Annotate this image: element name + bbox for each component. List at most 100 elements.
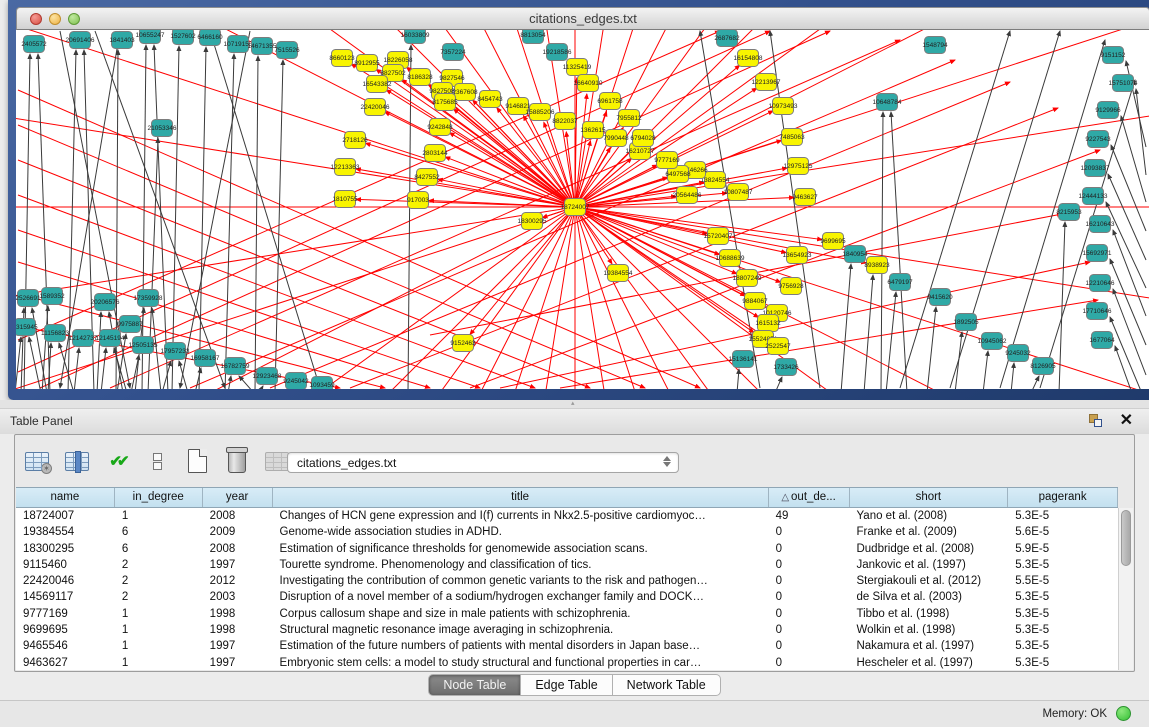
column-header-year[interactable]: year — [203, 488, 273, 507]
citation-network-graph[interactable]: 2405572206914061841403106552471527602646… — [16, 30, 1149, 389]
table-cell: 5.3E-5 — [1008, 655, 1118, 670]
column-header-name[interactable]: name — [16, 488, 115, 507]
table-cell: 5.3E-5 — [1008, 589, 1118, 605]
table-row[interactable]: 1830029562008Estimation of significance … — [16, 541, 1118, 557]
graph-node-label: 16543382 — [363, 81, 392, 88]
graph-node-label: 2405572 — [21, 41, 47, 48]
graph-node-label: 16210643 — [1086, 221, 1115, 228]
table-cell: 1 — [115, 606, 203, 622]
table-row[interactable]: 977716911998Corpus callosum shape and si… — [16, 606, 1118, 622]
show-columns-icon[interactable] — [63, 447, 91, 475]
graph-node-label: 17710646 — [1083, 308, 1112, 315]
table-select-dropdown[interactable]: citations_edges.txt — [287, 452, 679, 473]
scrollbar-thumb[interactable] — [1121, 510, 1131, 566]
graph-node-label: 2367608 — [452, 89, 478, 96]
graph-node-label: 7990448 — [603, 135, 629, 142]
graph-node-label: 11325419 — [563, 64, 592, 71]
table-select-value: citations_edges.txt — [297, 456, 396, 470]
table-body: 1872400712008Changes of HCN gene express… — [16, 508, 1118, 670]
table-cell: 22420046 — [16, 573, 115, 589]
table-row[interactable]: 911546021997Tourette syndrome. Phenomeno… — [16, 557, 1118, 573]
graph-node-label: 1677064 — [1089, 337, 1115, 344]
close-panel-icon[interactable]: ✕ — [1120, 411, 1133, 431]
graph-node-label: 18300295 — [518, 218, 547, 225]
new-document-icon[interactable] — [183, 447, 211, 475]
graph-node-label: 10807487 — [724, 189, 753, 196]
panel-splitter[interactable]: ▴ — [0, 400, 1149, 409]
float-panel-icon[interactable] — [1087, 413, 1105, 429]
memory-status-icon[interactable] — [1116, 706, 1131, 721]
table-cell: Genome-wide association studies in ADHD. — [273, 524, 769, 540]
graph-node-label: 16210727 — [626, 148, 655, 155]
graph-node-label: 9415620 — [927, 294, 953, 301]
table-row[interactable]: 1872400712008Changes of HCN gene express… — [16, 508, 1118, 524]
window-titlebar[interactable]: citations_edges.txt — [16, 7, 1149, 30]
table-cell: 1 — [115, 508, 203, 524]
table-cell: 0 — [769, 606, 850, 622]
graph-node-label: 15885206 — [526, 109, 555, 116]
tab-network-table[interactable]: Network Table — [613, 674, 721, 696]
graph-node-label: 2803144 — [422, 150, 448, 157]
select-all-icon[interactable]: ✔✔ — [103, 447, 131, 475]
table-cell: 49 — [769, 508, 850, 524]
dropdown-spinner-icon — [663, 456, 671, 467]
column-header-in_degree[interactable]: in_degree — [115, 488, 203, 507]
graph-node-label: 2522547 — [765, 343, 791, 350]
column-header-title[interactable]: title — [273, 488, 769, 507]
table-cell: 2009 — [203, 524, 273, 540]
table-row[interactable]: 1938455462009Genome-wide association stu… — [16, 524, 1118, 540]
table-cell: 0 — [769, 655, 850, 670]
table-vertical-scrollbar[interactable] — [1118, 508, 1133, 670]
network-view-window: citations_edges.txt 24055722069140618414… — [8, 0, 1149, 400]
column-header-short[interactable]: short — [850, 488, 1009, 507]
graph-node-label: 13824554 — [701, 177, 730, 184]
selection-boxes-icon[interactable] — [143, 447, 171, 475]
table-row[interactable]: 946554611997Estimation of the future num… — [16, 638, 1118, 654]
graph-node-label: 9777169 — [654, 157, 680, 164]
graph-node-label: 8186328 — [407, 74, 433, 81]
network-canvas[interactable]: 2405572206914061841403106552471527602646… — [16, 30, 1149, 389]
table-cell: 0 — [769, 524, 850, 540]
table-cell: 0 — [769, 622, 850, 638]
graph-node-label: 19384554 — [604, 270, 633, 277]
graph-node-label: 9975887 — [117, 321, 143, 328]
graph-node-label: 6479197 — [887, 279, 913, 286]
tab-node-table[interactable]: Node Table — [428, 674, 521, 696]
graph-node-label: 1840954 — [842, 251, 868, 258]
column-header-pagerank[interactable]: pagerank — [1008, 488, 1118, 507]
table-cell: 5.3E-5 — [1008, 508, 1118, 524]
graph-node-label: 11156823 — [41, 330, 69, 337]
tab-edge-table[interactable]: Edge Table — [521, 674, 612, 696]
table-cell: Disruption of a novel member of a sodium… — [273, 589, 769, 605]
graph-node-label: 19218586 — [543, 49, 572, 56]
graph-node-label: 9463627 — [792, 194, 818, 201]
table-settings-icon[interactable]: ✶ — [23, 447, 51, 475]
table-cell: 2 — [115, 557, 203, 573]
graph-node-label: 22420046 — [361, 104, 390, 111]
graph-node-label: 10973493 — [769, 103, 798, 110]
table-cell: Embryonic stem cells: a model to study s… — [273, 655, 769, 670]
table-header-row: namein_degreeyeartitle△out_de...shortpag… — [16, 487, 1118, 508]
table-row[interactable]: 946362711997Embryonic stem cells: a mode… — [16, 655, 1118, 670]
graph-node-label: 1892505 — [953, 319, 979, 326]
table-cell: 1 — [115, 638, 203, 654]
table-cell: Structural magnetic resonance image aver… — [273, 622, 769, 638]
table-row[interactable]: 969969511998Structural magnetic resonanc… — [16, 622, 1118, 638]
splitter-grip-icon[interactable]: ▴ — [571, 401, 579, 407]
graph-node-label: 12210646 — [1086, 280, 1115, 287]
table-cell: Estimation of the future numbers of pati… — [273, 638, 769, 654]
table-cell: 2008 — [203, 541, 273, 557]
graph-node-label: 14671355 — [248, 43, 277, 50]
table-row[interactable]: 1456911722003Disruption of a novel membe… — [16, 589, 1118, 605]
table-row[interactable]: 2242004622012Investigating the contribut… — [16, 573, 1118, 589]
graph-node-label: 15720407 — [704, 233, 733, 240]
table-panel-title: Table Panel — [10, 414, 73, 428]
graph-node-label: 17957233 — [161, 348, 190, 355]
table-cell: Changes of HCN gene expression and I(f) … — [273, 508, 769, 524]
column-header-out_de[interactable]: △out_de... — [769, 488, 850, 507]
graph-node-label: 12213967 — [752, 79, 781, 86]
graph-node-label: 6466160 — [197, 34, 223, 41]
graph-node-label: 12142737 — [69, 335, 98, 342]
delete-table-icon[interactable] — [223, 447, 251, 475]
graph-node-label: 9245042 — [283, 378, 309, 385]
